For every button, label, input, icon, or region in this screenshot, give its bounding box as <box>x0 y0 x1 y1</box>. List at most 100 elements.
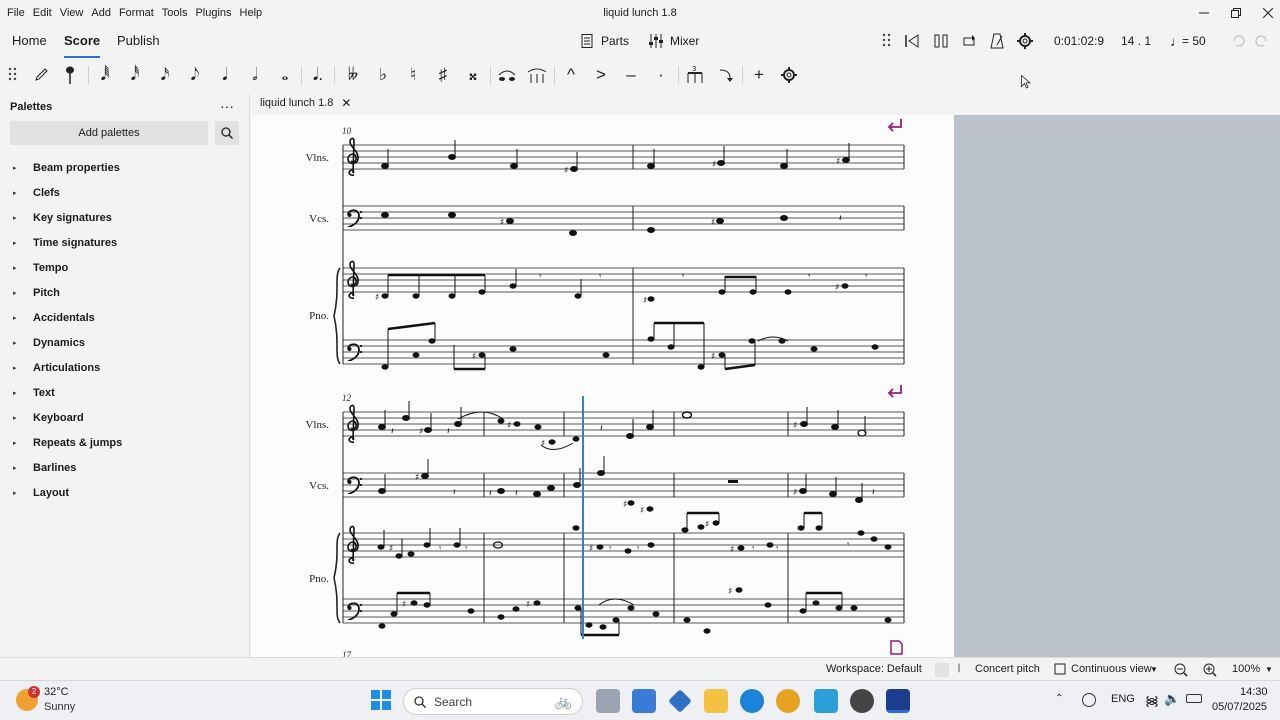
tie-icon[interactable] <box>494 60 520 90</box>
staccato-icon[interactable]: · <box>648 60 674 90</box>
palette-item-pitch[interactable]: ▸ Pitch <box>0 281 250 306</box>
language-indicator[interactable]: ENG <box>1111 693 1135 705</box>
32nd-note-icon[interactable]: 𝅘𝅥𝅰 <box>122 60 148 90</box>
marcato-icon[interactable]: ^ <box>558 60 584 90</box>
palette-item-clefs[interactable]: ▸ Clefs <box>0 181 250 206</box>
flip-direction-icon[interactable] <box>712 60 738 90</box>
close-tab-icon[interactable]: ✕ <box>341 94 351 112</box>
score-view[interactable]: 10 Vlns. Vcs. Pno. ♯ ♯ ♯ ♯ ♯ ♯ ♯ ♯ ♯ ♯ 𝄾… <box>251 115 1280 657</box>
clock-time[interactable]: 14:30 <box>1240 686 1268 698</box>
mixer-button[interactable]: Mixer <box>670 27 699 55</box>
slur-icon[interactable] <box>524 60 550 90</box>
clock-date[interactable]: 05/07/2025 <box>1212 701 1267 713</box>
eighth-note-icon[interactable]: 𝅘𝅥𝅮 <box>182 60 208 90</box>
chrome-browser-icon[interactable] <box>776 689 800 713</box>
taskbar-search-input[interactable]: Search 🚲 <box>403 688 583 715</box>
natural-icon[interactable]: ♮ <box>400 60 426 90</box>
palette-item-beam-properties[interactable]: ▸ Beam properties <box>0 156 250 181</box>
redo-icon[interactable] <box>1254 33 1270 52</box>
tab-publish[interactable]: Publish <box>117 27 160 55</box>
toolbar-drag-handle-icon[interactable] <box>0 60 26 90</box>
palette-item-articulations[interactable]: ▸ Articulations <box>0 356 250 381</box>
playback-settings-icon[interactable] <box>1016 32 1034 53</box>
double-sharp-icon[interactable]: 𝄪 <box>460 60 486 90</box>
note-input-pencil-icon[interactable] <box>28 60 54 90</box>
vs-code-icon[interactable] <box>668 689 692 713</box>
calculator-icon[interactable] <box>632 689 656 713</box>
accent-icon[interactable]: > <box>588 60 614 90</box>
whole-note-icon[interactable]: 𝅝 <box>272 60 298 90</box>
file-explorer-icon[interactable] <box>704 689 728 713</box>
palette-item-dynamics[interactable]: ▸ Dynamics <box>0 331 250 356</box>
task-view-icon[interactable] <box>596 689 620 713</box>
volume-icon[interactable]: 🔈 <box>1164 691 1180 707</box>
maximize-button[interactable] <box>1220 0 1252 26</box>
chevron-up-icon[interactable]: ⌃ <box>1055 693 1063 704</box>
wifi-icon[interactable]: ᯼ <box>1145 691 1159 709</box>
tuplet-icon[interactable]: 3 <box>682 60 708 90</box>
menu-tools[interactable]: Tools <box>158 0 192 26</box>
sharp-icon[interactable]: ♯ <box>430 60 456 90</box>
half-note-icon[interactable]: 𝅗𝅥 <box>242 60 268 90</box>
palette-search-button[interactable] <box>215 121 239 145</box>
score-page[interactable]: 10 Vlns. Vcs. Pno. ♯ ♯ ♯ ♯ ♯ ♯ ♯ ♯ ♯ ♯ 𝄾… <box>251 115 954 657</box>
palette-item-keyboard[interactable]: ▸ Keyboard <box>0 406 250 431</box>
document-tab[interactable]: liquid lunch 1.8 ✕ <box>260 94 353 115</box>
parts-button[interactable]: Parts <box>601 27 629 55</box>
tab-score[interactable]: Score <box>64 27 101 58</box>
menu-file[interactable]: File <box>3 0 29 26</box>
double-flat-icon[interactable]: 𝄫 <box>340 60 366 90</box>
view-mode-dropdown[interactable]: Continuous view <box>1071 658 1152 681</box>
menu-help[interactable]: Help <box>236 0 267 26</box>
menu-add[interactable]: Add <box>87 0 115 26</box>
palette-item-layout[interactable]: ▸ Layout <box>0 481 250 506</box>
playback-cursor[interactable] <box>582 396 584 639</box>
palette-item-accidentals[interactable]: ▸ Accidentals <box>0 306 250 331</box>
palette-item-time-signatures[interactable]: ▸ Time signatures <box>0 231 250 256</box>
64th-note-icon[interactable]: 𝅘𝅥𝅱 <box>92 60 118 90</box>
settings-app-icon[interactable] <box>850 689 874 713</box>
score-canvas[interactable]: 10 Vlns. Vcs. Pno. ♯♯ ♯ ♯ ♯ ♯ ♯♯ ♯ ♯ 𝄾 𝄾… <box>251 115 954 657</box>
metronome-icon[interactable] <box>988 32 1006 53</box>
tempo-value[interactable]: = 50 <box>1182 27 1206 55</box>
16th-note-icon[interactable]: 𝅘𝅥𝅯 <box>152 60 178 90</box>
menu-plugins[interactable]: Plugins <box>191 0 235 26</box>
page-break-marker[interactable] <box>890 640 903 655</box>
drag-handle-icon[interactable] <box>882 33 892 52</box>
palette-item-tempo[interactable]: ▸ Tempo <box>0 256 250 281</box>
menu-view[interactable]: View <box>56 0 88 26</box>
palette-item-repeats-jumps[interactable]: ▸ Repeats & jumps <box>0 431 250 456</box>
augmentation-dot-icon[interactable]: 𝅘𝅥. <box>305 60 331 90</box>
quarter-note-button-icon[interactable]: 𝅘𝅥 <box>212 60 238 90</box>
menu-edit[interactable]: Edit <box>29 0 56 26</box>
weather-description[interactable]: Sunny <box>44 701 75 713</box>
tab-home[interactable]: Home <box>12 27 47 55</box>
palette-item-key-signatures[interactable]: ▸ Key signatures <box>0 206 250 231</box>
onedrive-icon[interactable] <box>1082 693 1096 707</box>
tenuto-icon[interactable]: – <box>618 60 644 90</box>
notepad-icon[interactable] <box>814 689 838 713</box>
toolbar-settings-icon[interactable] <box>776 60 802 90</box>
loop-icon[interactable] <box>960 32 978 53</box>
pause-icon[interactable] <box>932 32 950 53</box>
concert-pitch-label[interactable]: Concert pitch <box>975 658 1040 681</box>
close-window-button[interactable] <box>1252 0 1280 26</box>
more-options-icon[interactable]: ··· <box>220 98 234 114</box>
add-icon[interactable]: + <box>746 60 772 90</box>
palette-item-text[interactable]: ▸ Text <box>0 381 250 406</box>
workspace-selector[interactable]: Workspace: Default <box>826 658 922 681</box>
flat-icon[interactable]: ♭ <box>370 60 396 90</box>
add-palettes-button[interactable]: Add palettes <box>10 121 208 145</box>
note-input-mode-icon[interactable] <box>57 60 83 90</box>
battery-icon[interactable] <box>1186 694 1202 703</box>
rewind-icon[interactable] <box>903 32 921 53</box>
menu-format[interactable]: Format <box>115 0 158 26</box>
palette-item-barlines[interactable]: ▸ Barlines <box>0 456 250 481</box>
windows-start-icon[interactable] <box>371 690 391 713</box>
undo-icon[interactable] <box>1230 33 1246 52</box>
minimize-button[interactable] <box>1188 0 1220 26</box>
system-break-marker[interactable] <box>887 119 902 132</box>
concert-pitch-toggle[interactable] <box>935 663 949 677</box>
chevron-down-icon[interactable]: ▼ <box>1265 658 1273 681</box>
edge-browser-icon[interactable] <box>740 689 764 713</box>
